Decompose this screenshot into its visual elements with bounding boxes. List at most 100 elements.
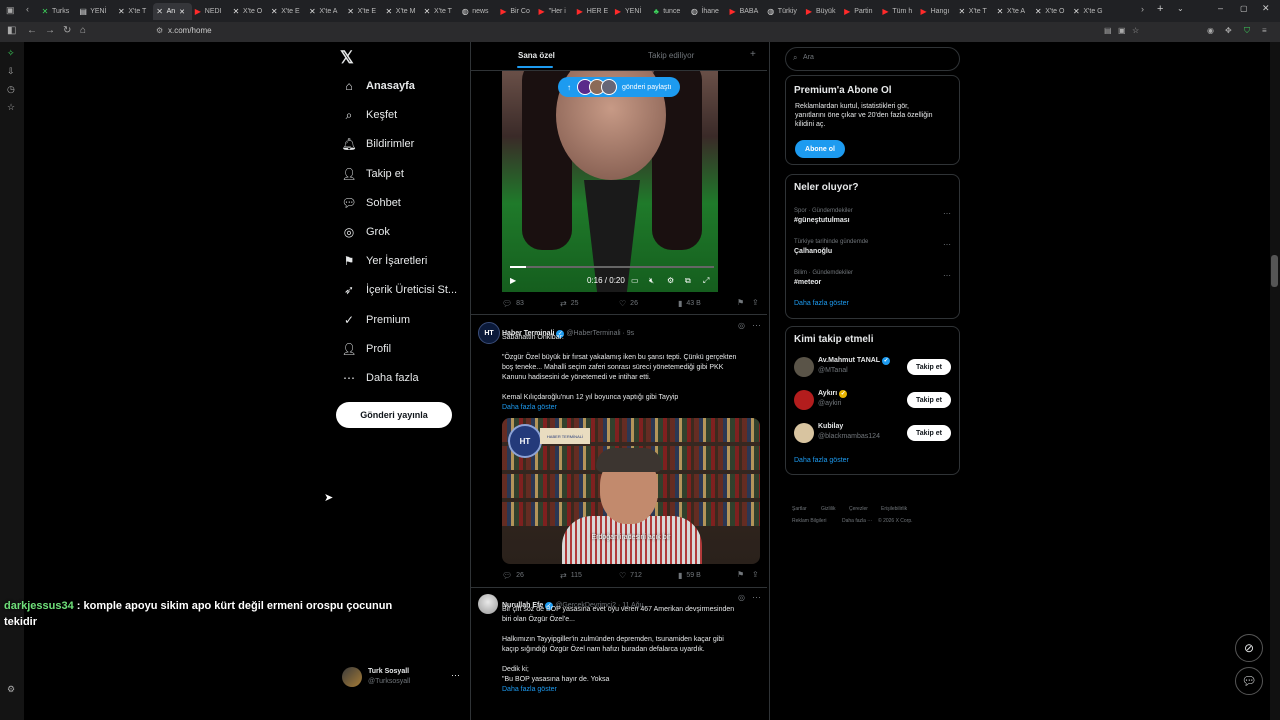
browser-tab[interactable]: ▤ YENİ xyxy=(76,3,115,20)
reload-icon[interactable]: ↻ xyxy=(63,25,71,36)
grok-fab-icon[interactable]: ⊘ xyxy=(1235,634,1263,662)
browser-tab[interactable]: ◍ Türkiy xyxy=(764,3,803,20)
sidebar-item-keşfet[interactable]: ⌕ Keşfet xyxy=(341,104,398,126)
browser-tab[interactable]: ✕ X'te O xyxy=(229,3,268,20)
grok-icon[interactable]: ◎ xyxy=(738,593,745,602)
pip-icon[interactable]: ⧉ xyxy=(685,276,691,286)
play-icon[interactable]: ▶ xyxy=(510,276,516,285)
post-button[interactable]: Gönderi yayınla xyxy=(336,402,452,428)
views-action[interactable]: ▮ 59 B xyxy=(678,571,701,580)
trend-more-icon[interactable]: ⋯ xyxy=(943,240,951,249)
follow-handle[interactable]: @MTanal xyxy=(818,367,848,374)
tab-scroll-left-icon[interactable]: ‹ xyxy=(26,4,29,14)
screenshot-icon[interactable]: ▣ xyxy=(1118,26,1126,35)
tweet3-show-more[interactable]: Daha fazla göster xyxy=(502,685,760,695)
follow-handle[interactable]: @blackmambas124 xyxy=(818,433,880,440)
menu-icon[interactable]: ≡ xyxy=(1262,26,1267,35)
page-scrollbar[interactable] xyxy=(1270,42,1280,720)
sidebar-item-içerik[interactable]: ➶ İçerik Üreticisi St... xyxy=(341,279,457,301)
browser-tab[interactable]: ✕ X'te E xyxy=(267,3,306,20)
new-tab-icon[interactable]: + xyxy=(1157,3,1163,15)
favorites-rail-icon[interactable]: ☆ xyxy=(7,102,15,113)
tweet2-video[interactable]: HT HABER TERMİNALİ Erdoğan iradesini açı… xyxy=(502,418,760,564)
sidebar-item-yer[interactable]: ⚑ Yer İşaretleri xyxy=(341,250,428,272)
browser-tab[interactable]: ▶ Tüm h xyxy=(878,3,917,20)
browser-tab[interactable]: ▶ NEDI xyxy=(191,3,230,20)
browser-tab[interactable]: ✕ X'te A xyxy=(305,3,344,20)
sidebar-item-profil[interactable]: 👤︎ Profil xyxy=(341,338,391,360)
sidebar-item-takip[interactable]: 👤︎ Takip et xyxy=(341,163,404,185)
grok-icon[interactable]: ◎ xyxy=(738,321,745,330)
browser-tab[interactable]: ◍ news xyxy=(458,3,497,20)
tab-scroll-right-icon[interactable]: › xyxy=(1141,4,1144,14)
browser-tab[interactable]: ▶ BABA xyxy=(726,3,765,20)
share-action[interactable]: ⇪ xyxy=(752,570,763,579)
footer-link[interactable]: Gizlilik xyxy=(821,506,835,512)
tab-close-icon[interactable]: ✕ xyxy=(179,8,185,16)
reader-icon[interactable]: ▤ xyxy=(1104,26,1112,35)
url-field[interactable]: x.com/home xyxy=(168,26,212,35)
browser-tab[interactable]: ▶ YENİ xyxy=(611,3,650,20)
follow-button[interactable]: Takip et xyxy=(907,392,951,408)
trend-name[interactable]: #meteor xyxy=(794,279,821,286)
browser-tab[interactable]: ◍ İhane xyxy=(687,3,726,20)
shield-icon[interactable]: ⛉ xyxy=(1244,26,1250,36)
follow-name[interactable]: Av.Mahmut TANAL ✓ xyxy=(818,357,892,365)
x-logo-icon[interactable]: 𝕏 xyxy=(340,48,354,68)
footer-link[interactable]: Şartlar xyxy=(792,506,807,512)
tab-following[interactable]: Takip ediliyor xyxy=(648,51,694,60)
sidebar-item-daha[interactable]: ⋯ Daha fazla xyxy=(341,367,419,389)
reply-action[interactable]: 💬︎ 26 xyxy=(502,571,524,580)
extensions-rail-icon[interactable]: ✧ xyxy=(7,48,15,59)
tab-actions-icon[interactable]: ▣ xyxy=(6,5,15,16)
sidebar-item-grok[interactable]: ◎ Grok xyxy=(341,221,390,243)
browser-tab[interactable]: ▶ Partin xyxy=(840,3,879,20)
follow-avatar[interactable] xyxy=(794,390,814,410)
bookmark-action[interactable]: ⚑ xyxy=(737,298,748,307)
follow-button[interactable]: Takip et xyxy=(907,425,951,441)
share-action[interactable]: ⇪ xyxy=(752,298,763,307)
tweet3-avatar[interactable] xyxy=(478,594,498,614)
sidebar-item-anasayfa[interactable]: ⌂ Anasayfa xyxy=(341,75,415,97)
favorite-star-icon[interactable]: ☆ xyxy=(1132,26,1139,35)
scrollbar-thumb[interactable] xyxy=(1271,255,1278,287)
tweet3-more-icon[interactable]: ⋯ xyxy=(752,592,761,603)
follow-name[interactable]: Kubilay xyxy=(818,423,843,430)
browser-tab[interactable]: ✕ X'te T xyxy=(420,3,459,20)
tweet2-avatar[interactable]: HT xyxy=(478,322,500,344)
tab-list-icon[interactable]: ⌄ xyxy=(1177,4,1184,13)
like-action[interactable]: ♡ 26 xyxy=(619,299,638,308)
follow-name[interactable]: Aykırı ✓ xyxy=(818,390,849,398)
video-settings-icon[interactable]: ⚙ xyxy=(667,276,674,285)
mute-icon[interactable]: 🔇︎ xyxy=(649,276,654,286)
downloads-rail-icon[interactable]: ⇩ xyxy=(7,66,15,77)
browser-tab[interactable]: ♣ tunce xyxy=(649,3,688,20)
follow-handle[interactable]: @aykiri xyxy=(818,400,841,407)
tweet2-more-icon[interactable]: ⋯ xyxy=(752,320,761,331)
who-to-follow-show-more[interactable]: Daha fazla göster xyxy=(794,457,849,464)
subscribe-button[interactable]: Abone ol xyxy=(795,140,845,158)
browser-tab[interactable]: ✕ X'te A xyxy=(993,3,1032,20)
share-notification-pill[interactable]: ↑ gönderi paylaştı xyxy=(558,77,680,97)
footer-link[interactable]: Daha fazla ··· xyxy=(842,518,872,524)
footer-link[interactable]: Çerezler xyxy=(849,506,868,512)
browser-tab[interactable]: ✕ Turks xyxy=(38,3,77,20)
follow-button[interactable]: Takip et xyxy=(907,359,951,375)
browser-tab[interactable]: ✕ X'te T xyxy=(114,3,153,20)
retweet-action[interactable]: ⇄ 25 xyxy=(560,299,579,308)
sidebar-item-sohbet[interactable]: 💬︎ Sohbet xyxy=(341,192,401,214)
tweet2-show-more[interactable]: Daha fazla göster xyxy=(502,403,760,413)
browser-tab[interactable]: ✕ X'te M xyxy=(382,3,421,20)
sidebar-item-bildirimler[interactable]: 🔔︎ Bildirimler xyxy=(341,133,414,155)
browser-tab[interactable]: ▶ HER E xyxy=(573,3,612,20)
add-tab-icon[interactable]: + xyxy=(750,49,756,60)
back-icon[interactable]: ← xyxy=(27,25,37,36)
trend-name[interactable]: Çalhanoğlu xyxy=(794,248,832,255)
extensions-icon[interactable]: ✥ xyxy=(1225,26,1232,35)
settings-rail-icon[interactable]: ⚙ xyxy=(7,684,15,695)
browser-tab[interactable]: ✕ X'te O xyxy=(1031,3,1070,20)
follow-avatar[interactable] xyxy=(794,357,814,377)
minimize-icon[interactable]: – xyxy=(1218,3,1223,13)
video-progress-track[interactable] xyxy=(510,266,714,268)
sidebar-item-premium[interactable]: ✓ Premium xyxy=(341,309,410,331)
